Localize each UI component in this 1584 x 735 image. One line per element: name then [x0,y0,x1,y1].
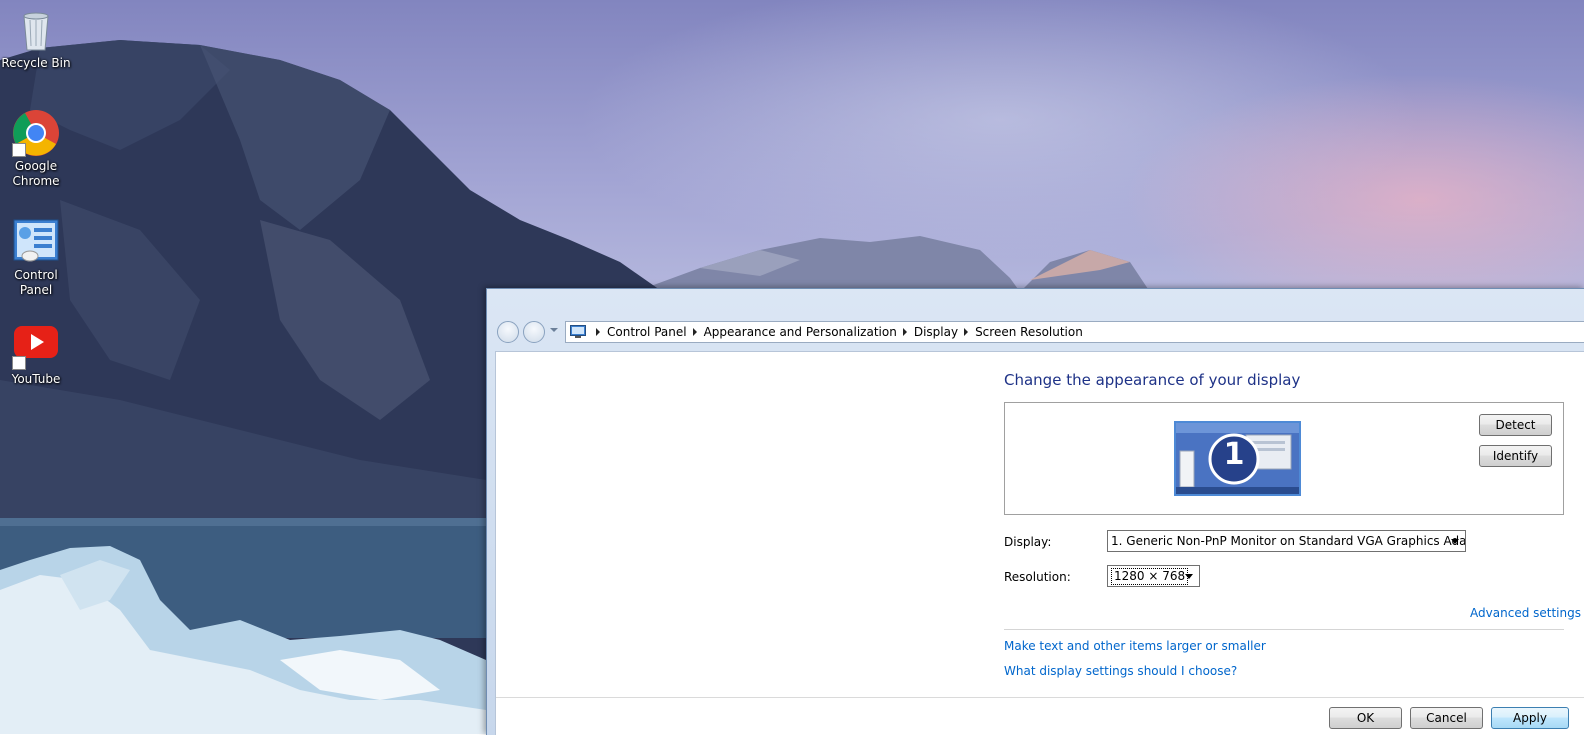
detect-button[interactable]: Detect [1479,414,1552,436]
breadcrumb-screen-resolution[interactable]: Screen Resolution [975,325,1083,339]
shortcut-arrow-icon [12,143,26,157]
chevron-down-icon [1451,539,1459,544]
youtube-icon [12,322,60,370]
recent-pages-dropdown-icon[interactable] [550,328,558,332]
breadcrumb-separator-icon [596,328,600,336]
monitor-arrangement-panel: 1 Detect Identify [1004,402,1564,515]
navigation-bar: Control Panel Appearance and Personaliza… [495,319,1584,347]
desktop-icon-label: YouTube [11,372,61,386]
control-panel-icon [12,218,60,266]
divider [1004,629,1564,630]
cancel-button[interactable]: Cancel [1410,707,1483,729]
resolution-label: Resolution: [1004,570,1071,584]
ok-button[interactable]: OK [1329,707,1402,729]
desktop-icon-youtube[interactable]: YouTube [0,322,72,387]
chrome-icon [12,109,60,157]
page-title: Change the appearance of your display [1004,371,1301,389]
breadcrumb-display[interactable]: Display [914,325,958,339]
shortcut-arrow-icon [12,356,26,370]
breadcrumb-appearance[interactable]: Appearance and Personalization [704,325,897,339]
display-select-value: 1. Generic Non-PnP Monitor on Standard V… [1111,534,1466,548]
identify-button[interactable]: Identify [1479,445,1552,467]
apply-button[interactable]: Apply [1491,707,1569,729]
advanced-settings-link[interactable]: Advanced settings [1470,606,1581,620]
display-help-link[interactable]: What display settings should I choose? [1004,664,1237,678]
desktop-icon-control-panel[interactable]: Control Panel [0,218,72,298]
display-label: Display: [1004,535,1052,549]
control-panel-monitor-icon [570,325,586,338]
breadcrumb-separator-icon [692,328,697,336]
desktop-icon-google-chrome[interactable]: Google Chrome [0,109,72,189]
desktop-icon-label: Recycle Bin [1,56,71,70]
resolution-select[interactable]: 1280 × 768 [1107,565,1200,587]
back-button[interactable] [497,321,519,343]
desktop-icon-label: Google Chrome [12,159,60,188]
address-bar[interactable]: Control Panel Appearance and Personaliza… [565,321,1584,343]
desktop-icon-recycle-bin[interactable]: Recycle Bin [0,6,72,71]
resolution-select-value: 1280 × 768 [1111,568,1189,585]
breadcrumb-separator-icon [902,328,907,336]
forward-button[interactable] [523,321,545,343]
chevron-down-icon [1185,574,1193,579]
content-pane: Change the appearance of your display 1 … [495,351,1584,735]
text-size-link[interactable]: Make text and other items larger or smal… [1004,639,1266,653]
recycle-bin-icon [12,6,60,54]
monitor-number: 1 [1223,437,1245,472]
screen-resolution-window: Control Panel Appearance and Personaliza… [486,288,1584,735]
footer-divider [496,697,1584,698]
display-select[interactable]: 1. Generic Non-PnP Monitor on Standard V… [1107,530,1466,552]
breadcrumb-control-panel[interactable]: Control Panel [607,325,687,339]
monitor-1-thumbnail[interactable]: 1 [1174,421,1301,496]
breadcrumb-separator-icon [964,328,969,336]
desktop-icon-label: Control Panel [14,268,58,297]
